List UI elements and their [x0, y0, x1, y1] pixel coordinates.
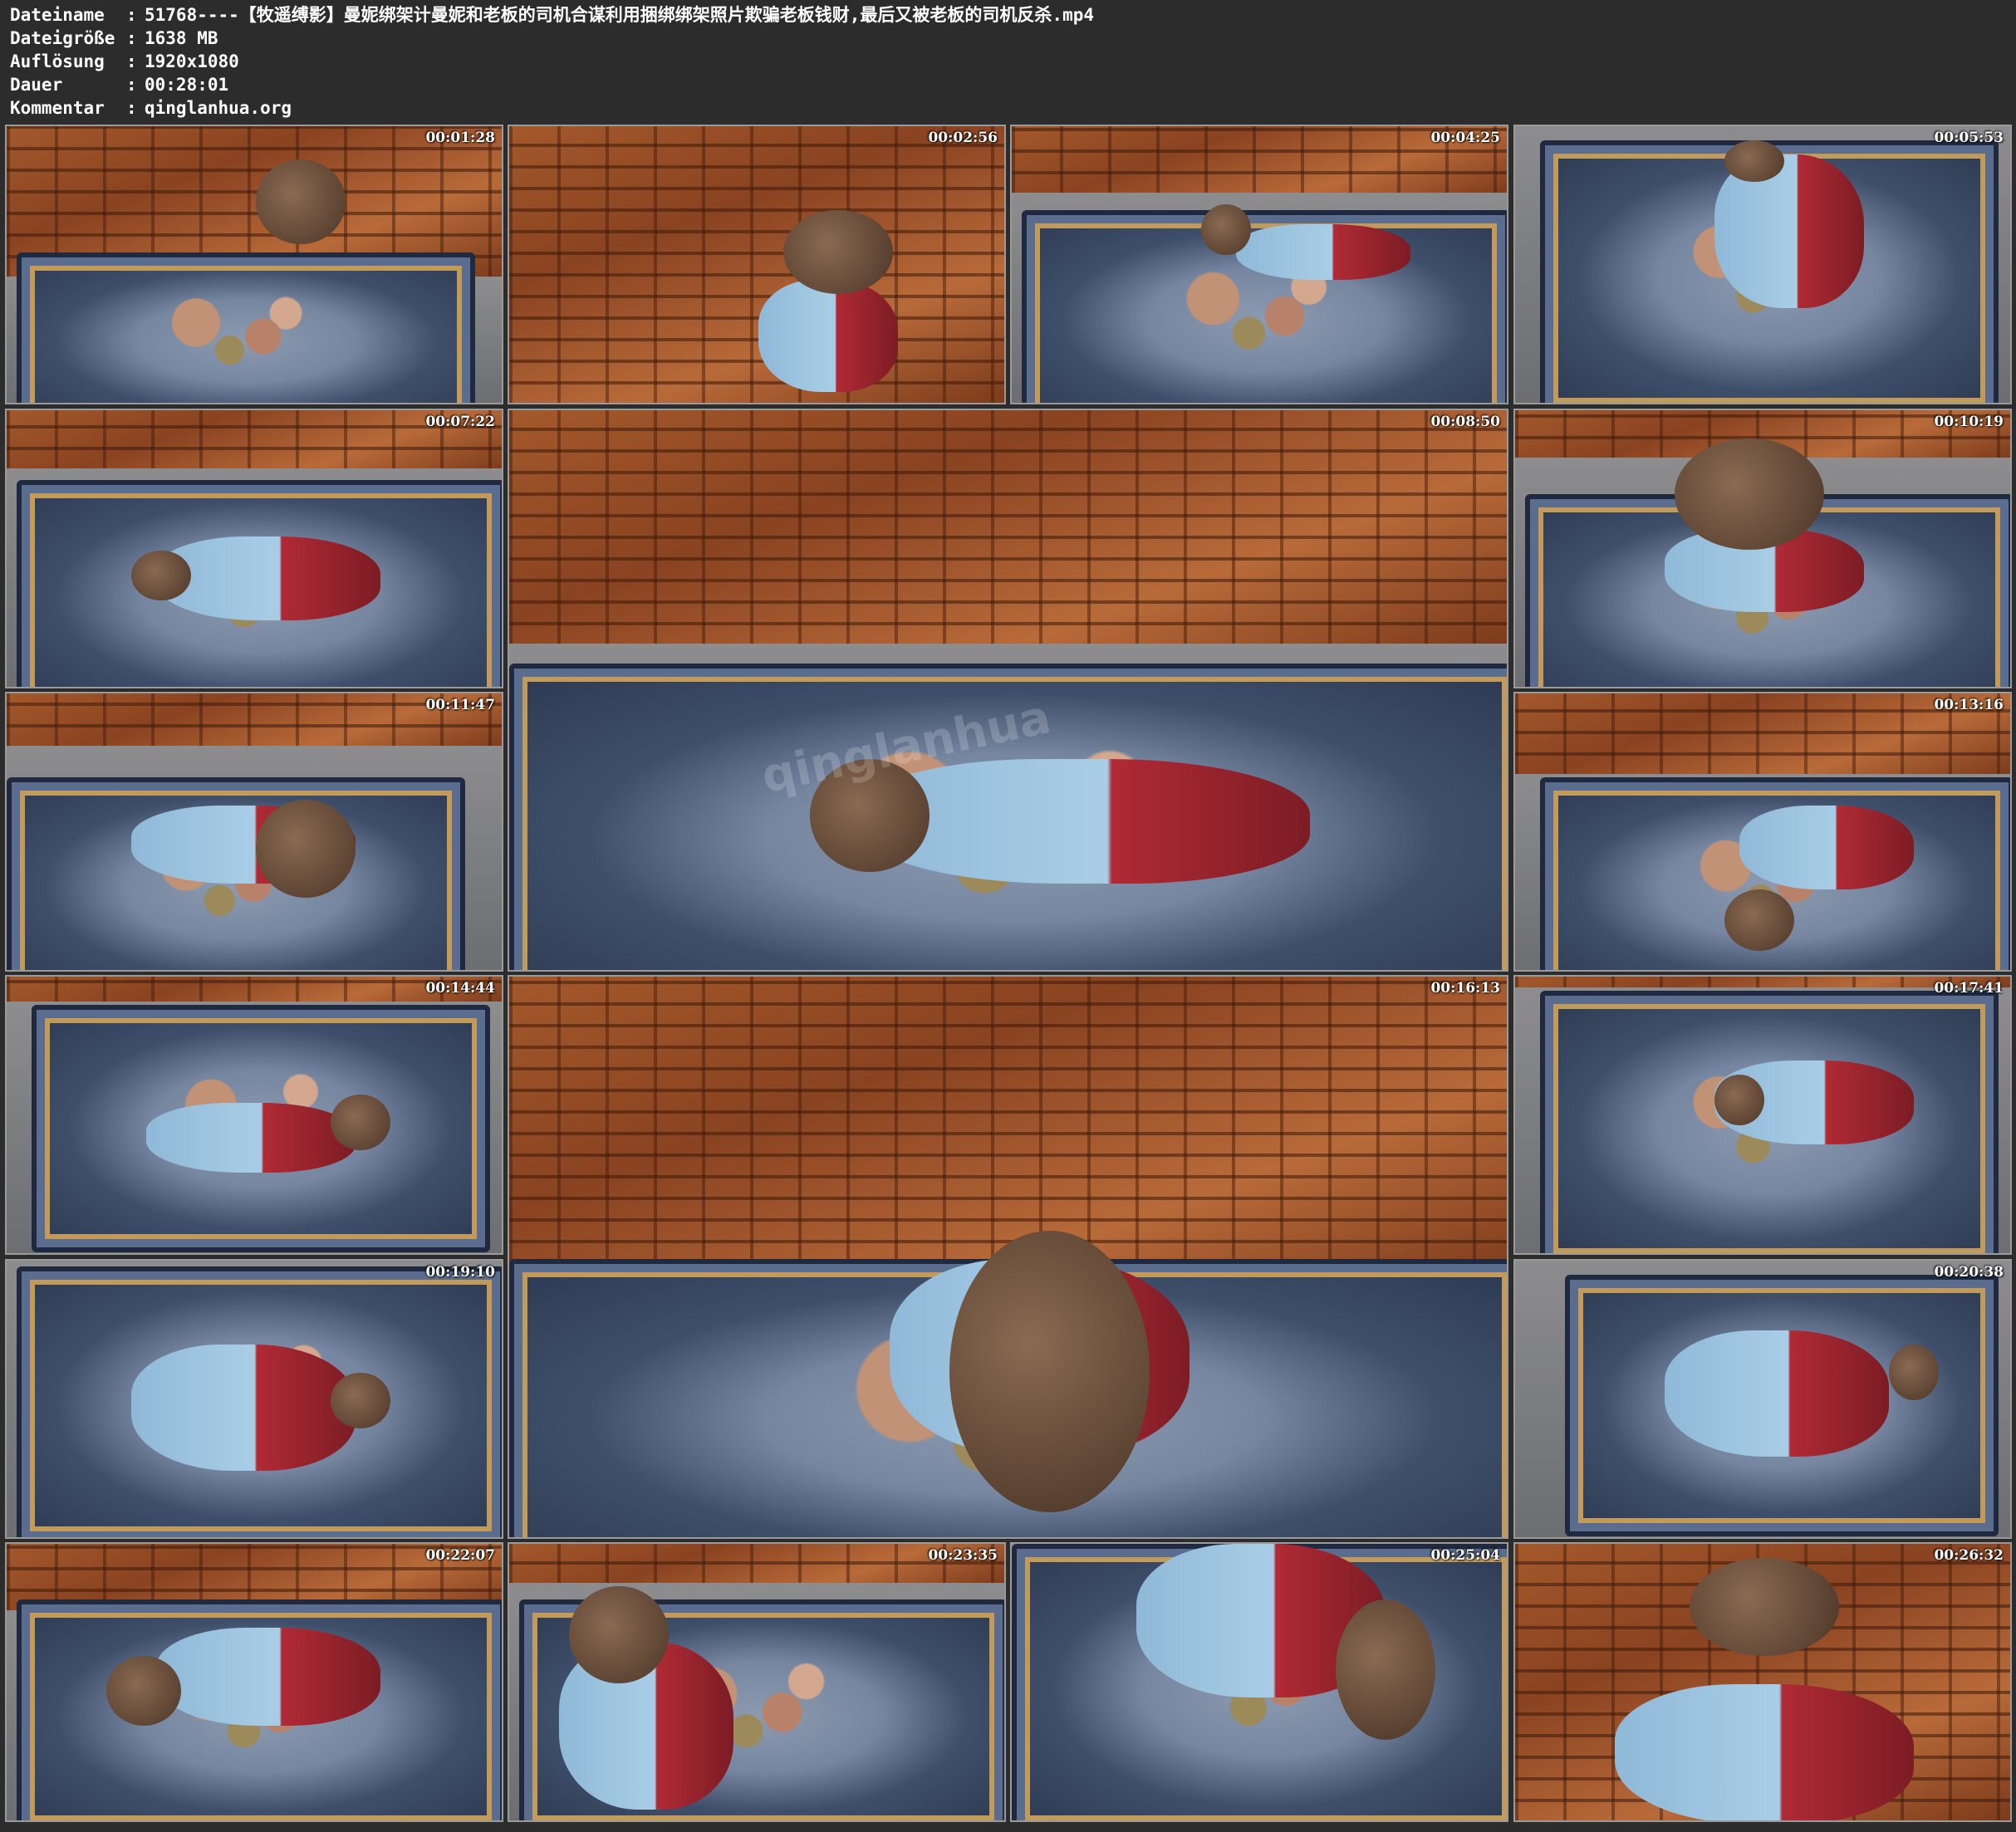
person-figure: [758, 280, 898, 393]
thumbnail-timestamp: 00:02:56: [928, 130, 998, 146]
thumbnail-timestamp: 00:07:22: [425, 414, 495, 430]
person-head: [1201, 204, 1251, 256]
info-value: 51768----【牧遥缚影】曼妮绑架计曼妮和老板的司机合谋利用捆绑绑架照片欺骗…: [145, 5, 1094, 25]
video-thumbnail: 00:26:32: [1513, 1542, 2012, 1822]
info-row-resolution: Auflösung : 1920x1080: [10, 50, 2004, 73]
thumbnail-timestamp: 00:22:07: [425, 1547, 495, 1564]
person-head: [131, 550, 191, 601]
thumbnail-timestamp: 00:01:28: [425, 130, 495, 146]
rug-flower-pattern: [129, 286, 353, 379]
person-head: [783, 210, 893, 295]
info-row-comment: Kommentar : qinglanhua.org: [10, 96, 2004, 120]
info-key: Kommentar: [10, 98, 105, 118]
info-row-filename: Dateiname : 51768----【牧遥缚影】曼妮绑架计曼妮和老板的司机…: [10, 3, 2004, 27]
video-thumbnail: 00:20:38: [1513, 1259, 2012, 1539]
person-head: [1675, 438, 1824, 551]
person-head: [569, 1585, 669, 1684]
person-head: [106, 1655, 181, 1727]
person-figure: [1665, 1330, 1889, 1457]
info-value: 1920x1080: [145, 51, 239, 71]
info-key: Auflösung: [10, 51, 105, 71]
video-thumbnail: 00:04:25: [1010, 125, 1508, 404]
thumbnail-grid: 00:01:28 00:02:56 00:04:25 00:05:53 00:07:22…: [0, 125, 2016, 1832]
person-figure: [1236, 223, 1410, 281]
thumbnail-timestamp: 00:14:44: [425, 980, 495, 997]
person-head: [1724, 140, 1784, 183]
video-thumbnail: 00:10:19: [1513, 409, 2012, 688]
video-thumbnail: 00:07:22: [5, 409, 503, 688]
info-key: Dateigröße: [10, 28, 115, 48]
video-thumbnail: 00:14:44: [5, 975, 503, 1255]
person-head: [1714, 1074, 1764, 1125]
person-figure: [146, 1102, 356, 1173]
thumbnail-timestamp: 00:05:53: [1934, 130, 2004, 146]
thumbnail-timestamp: 00:16:13: [1430, 980, 1500, 997]
info-value: 1638 MB: [145, 28, 218, 48]
info-separator: :: [126, 5, 137, 25]
thumbnail-timestamp: 00:25:04: [1430, 1547, 1500, 1564]
thumbnail-timestamp: 00:13:16: [1934, 697, 2004, 713]
info-separator: :: [126, 28, 137, 48]
person-head: [256, 159, 346, 244]
video-thumbnail: 00:02:56: [508, 125, 1006, 404]
info-row-duration: Dauer : 00:28:01: [10, 73, 2004, 96]
file-info-header: Dateiname : 51768----【牧遥缚影】曼妮绑架计曼妮和老板的司机…: [10, 3, 2004, 125]
person-figure: [156, 1628, 380, 1727]
person-head: [1690, 1557, 1839, 1656]
person-head: [1336, 1599, 1435, 1740]
thumbnail-timestamp: 00:26:32: [1934, 1547, 2004, 1564]
info-value: 00:28:01: [145, 75, 229, 95]
person-head: [331, 1372, 390, 1429]
video-thumbnail: 00:17:41: [1513, 975, 2012, 1255]
person-head: [256, 800, 356, 898]
thumbnail-timestamp: 00:04:25: [1430, 130, 1500, 146]
person-figure: [131, 1345, 356, 1471]
info-row-filesize: Dateigröße : 1638 MB: [10, 27, 2004, 50]
brick-wall: [509, 977, 1507, 1287]
person-figure: [1615, 1683, 1914, 1820]
video-thumbnail: 00:01:28: [5, 125, 503, 404]
thumbnail-timestamp: 00:17:41: [1934, 980, 2004, 997]
video-thumbnail: qinglanhua 00:08:50: [508, 409, 1508, 972]
thumbnail-timestamp: 00:20:38: [1934, 1264, 2004, 1281]
thumbnail-timestamp: 00:08:50: [1430, 414, 1500, 430]
brick-wall: [509, 126, 1004, 403]
thumbnail-timestamp: 00:10:19: [1934, 414, 2004, 430]
video-thumbnail: 00:22:07: [5, 1542, 503, 1822]
person-head: [331, 1094, 390, 1150]
video-thumbnail: 00:25:04: [1010, 1542, 1508, 1822]
info-key: Dauer: [10, 75, 63, 95]
person-head: [1724, 889, 1794, 952]
person-head: [949, 1230, 1150, 1513]
person-head: [1889, 1345, 1939, 1401]
info-separator: :: [126, 75, 137, 95]
info-separator: :: [126, 98, 137, 118]
brick-wall: [509, 410, 1507, 647]
video-thumbnail: 00:19:10: [5, 1259, 503, 1539]
thumbnail-timestamp: 00:19:10: [425, 1264, 495, 1281]
info-separator: :: [126, 51, 137, 71]
info-key: Dateiname: [10, 5, 105, 25]
person-figure: [1739, 805, 1914, 889]
video-thumbnail: 00:05:53: [1513, 125, 2012, 404]
video-thumbnail: 00:16:13: [508, 975, 1508, 1539]
video-thumbnail: 00:23:35: [508, 1542, 1006, 1822]
video-thumbnail: 00:11:47: [5, 692, 503, 972]
video-thumbnail: 00:13:16: [1513, 692, 2012, 972]
info-value: qinglanhua.org: [145, 98, 292, 118]
thumbnail-timestamp: 00:11:47: [425, 697, 495, 713]
thumbnail-timestamp: 00:23:35: [928, 1547, 998, 1564]
